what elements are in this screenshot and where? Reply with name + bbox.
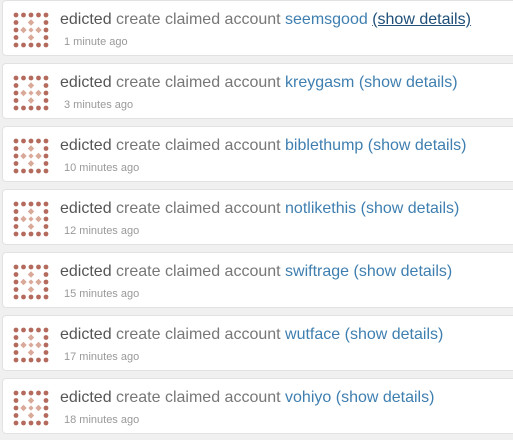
- timestamp: 12 minutes ago: [64, 225, 140, 237]
- operation-label: create claimed account: [116, 137, 281, 154]
- feed-item-text: edicted create claimed account notliketh…: [60, 199, 459, 219]
- feed-item: edicted create claimed account seemsgood…: [2, 0, 513, 56]
- operation-label: create claimed account: [116, 263, 281, 280]
- timestamp: 10 minutes ago: [64, 162, 140, 174]
- feed-item-text: edicted create claimed account swiftrage…: [60, 262, 452, 282]
- account-link[interactable]: notlikethis: [285, 200, 356, 217]
- operation-label: create claimed account: [116, 74, 281, 91]
- operations-feed: edicted create claimed account seemsgood…: [0, 0, 513, 440]
- show-details-link[interactable]: (show details): [372, 11, 471, 28]
- show-details-link[interactable]: (show details): [368, 137, 467, 154]
- account-link[interactable]: seemsgood: [285, 11, 368, 28]
- identicon-avatar-icon[interactable]: [11, 73, 51, 113]
- identicon-avatar-icon[interactable]: [11, 262, 51, 302]
- feed-item-text: edicted create claimed account biblethum…: [60, 136, 466, 156]
- feed-item: edicted create claimed account notliketh…: [2, 189, 513, 245]
- timestamp: 15 minutes ago: [64, 288, 140, 300]
- actor-name[interactable]: edicted: [60, 11, 112, 28]
- show-details-link[interactable]: (show details): [345, 326, 444, 343]
- timestamp: 18 minutes ago: [64, 414, 140, 426]
- account-link[interactable]: kreygasm: [285, 74, 354, 91]
- feed-item: edicted create claimed account swiftrage…: [2, 252, 513, 308]
- actor-name[interactable]: edicted: [60, 200, 112, 217]
- actor-name[interactable]: edicted: [60, 74, 112, 91]
- identicon-avatar-icon[interactable]: [11, 199, 51, 239]
- show-details-link[interactable]: (show details): [361, 200, 460, 217]
- timestamp: 1 minute ago: [64, 36, 128, 48]
- account-link[interactable]: biblethump: [285, 137, 363, 154]
- identicon-avatar-icon[interactable]: [11, 325, 51, 365]
- feed-item: edicted create claimed account vohiyo (s…: [2, 378, 513, 434]
- account-link[interactable]: swiftrage: [285, 263, 349, 280]
- show-details-link[interactable]: (show details): [336, 389, 435, 406]
- identicon-avatar-icon[interactable]: [11, 10, 51, 50]
- feed-item-text: edicted create claimed account kreygasm …: [60, 73, 458, 93]
- operation-label: create claimed account: [116, 326, 281, 343]
- identicon-avatar-icon[interactable]: [11, 388, 51, 428]
- timestamp: 17 minutes ago: [64, 351, 140, 363]
- actor-name[interactable]: edicted: [60, 137, 112, 154]
- feed-item-text: edicted create claimed account vohiyo (s…: [60, 388, 434, 408]
- operation-label: create claimed account: [116, 389, 281, 406]
- timestamp: 3 minutes ago: [64, 99, 134, 111]
- actor-name[interactable]: edicted: [60, 326, 112, 343]
- feed-item-text: edicted create claimed account seemsgood…: [60, 10, 471, 30]
- feed-item: edicted create claimed account wutface (…: [2, 315, 513, 371]
- show-details-link[interactable]: (show details): [359, 74, 458, 91]
- operation-label: create claimed account: [116, 200, 281, 217]
- account-link[interactable]: vohiyo: [285, 389, 331, 406]
- show-details-link[interactable]: (show details): [354, 263, 453, 280]
- actor-name[interactable]: edicted: [60, 263, 112, 280]
- operation-label: create claimed account: [116, 11, 281, 28]
- feed-item: edicted create claimed account biblethum…: [2, 126, 513, 182]
- actor-name[interactable]: edicted: [60, 389, 112, 406]
- identicon-avatar-icon[interactable]: [11, 136, 51, 176]
- feed-item-text: edicted create claimed account wutface (…: [60, 325, 443, 345]
- account-link[interactable]: wutface: [285, 326, 340, 343]
- feed-item: edicted create claimed account kreygasm …: [2, 63, 513, 119]
